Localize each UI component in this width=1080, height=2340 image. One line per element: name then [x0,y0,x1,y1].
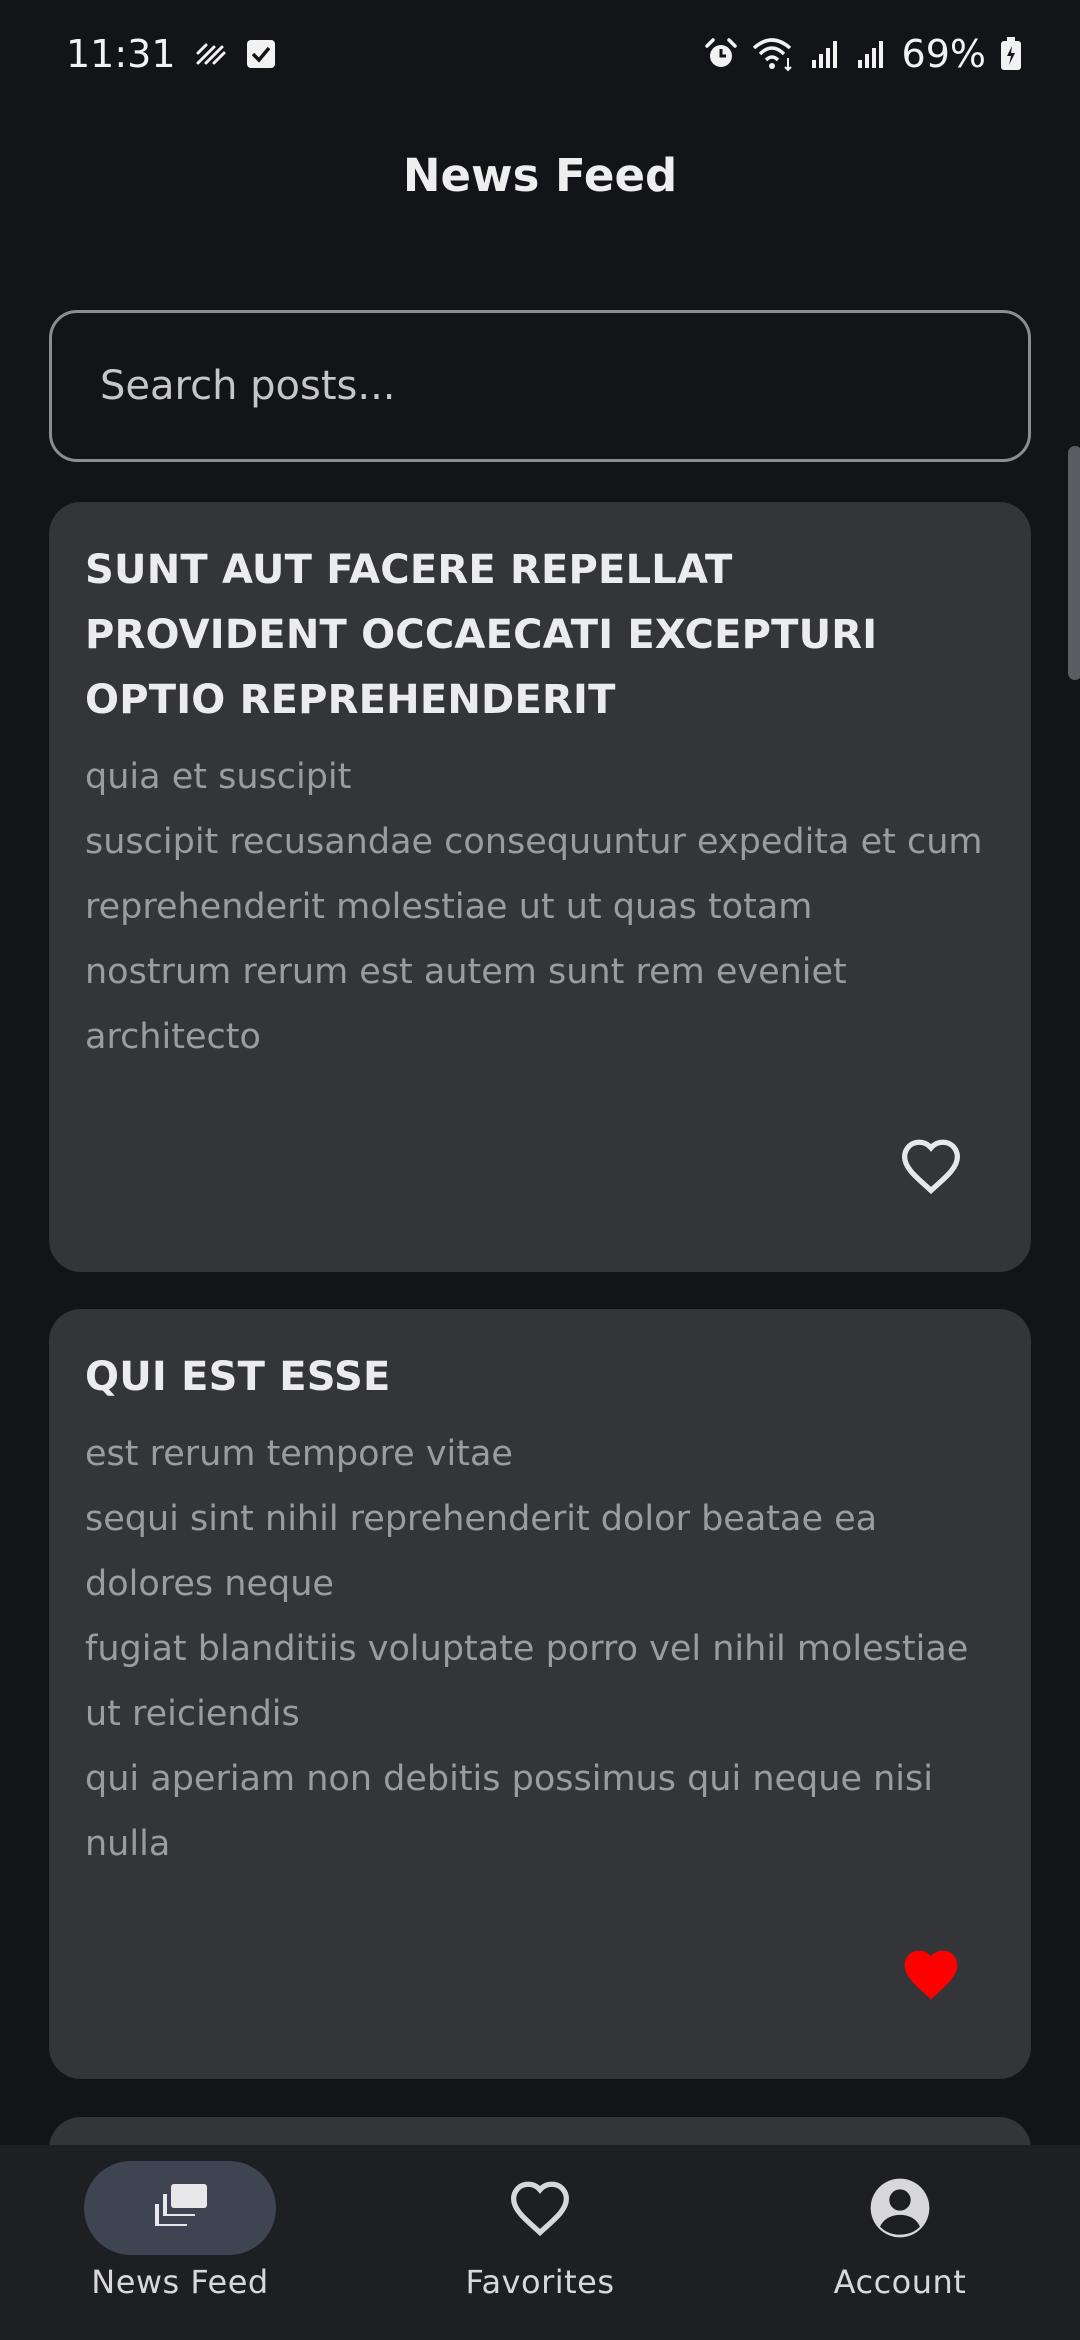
nav-icon-container [804,2161,996,2255]
scrollbar-thumb[interactable] [1068,446,1080,680]
heart-outline-icon [901,1139,961,1195]
alarm-icon [704,37,738,71]
bottom-navigation: News Feed Favorites Account [0,2145,1080,2340]
nav-item-news-feed[interactable]: News Feed [0,2145,360,2340]
search-box[interactable] [49,310,1031,462]
check-box-icon [246,39,276,69]
heart-filled-icon [904,1950,958,2000]
page-title: News Feed [402,148,678,202]
post-card[interactable]: QUI EST ESSE est rerum tempore vitae seq… [49,1309,1031,2079]
status-right: 69% [704,32,1022,76]
nav-icon-container [444,2161,636,2255]
app-header: News Feed [0,140,1080,210]
signal-icon [810,38,842,70]
favorite-button[interactable] [897,1136,965,1196]
search-input[interactable] [98,362,1028,410]
account-circle-icon [870,2178,930,2238]
nav-label: News Feed [91,2263,269,2301]
status-time: 11:31 [66,32,176,76]
post-body: quia et suscipit suscipit recusandae con… [85,757,983,1057]
heart-outline-icon [510,2181,570,2237]
feed-icon [155,2184,207,2226]
wifi-icon [752,36,796,72]
status-bar: 11:31 69% [0,0,1080,108]
status-left: 11:31 [66,32,276,76]
post-card[interactable]: SUNT AUT FACERE REPELLAT PROVIDENT OCCAE… [49,502,1031,1272]
nav-label: Favorites [465,2263,615,2301]
nav-label: Account [833,2263,967,2301]
news-feed-screen: 11:31 69% News Feed Search posts... SUNT… [0,0,1080,2340]
signal-icon [856,38,888,70]
activity-icon [194,39,228,69]
nav-item-favorites[interactable]: Favorites [360,2145,720,2340]
post-body: est rerum tempore vitae sequi sint nihil… [85,1434,969,1864]
battery-charging-icon [1000,37,1022,71]
nav-item-account[interactable]: Account [720,2145,1080,2340]
post-title: SUNT AUT FACERE REPELLAT PROVIDENT OCCAE… [85,547,878,723]
battery-percent: 69% [901,32,986,76]
favorite-button[interactable] [897,1943,965,2003]
nav-active-indicator [84,2161,276,2255]
post-title: QUI EST ESSE [85,1354,391,1400]
